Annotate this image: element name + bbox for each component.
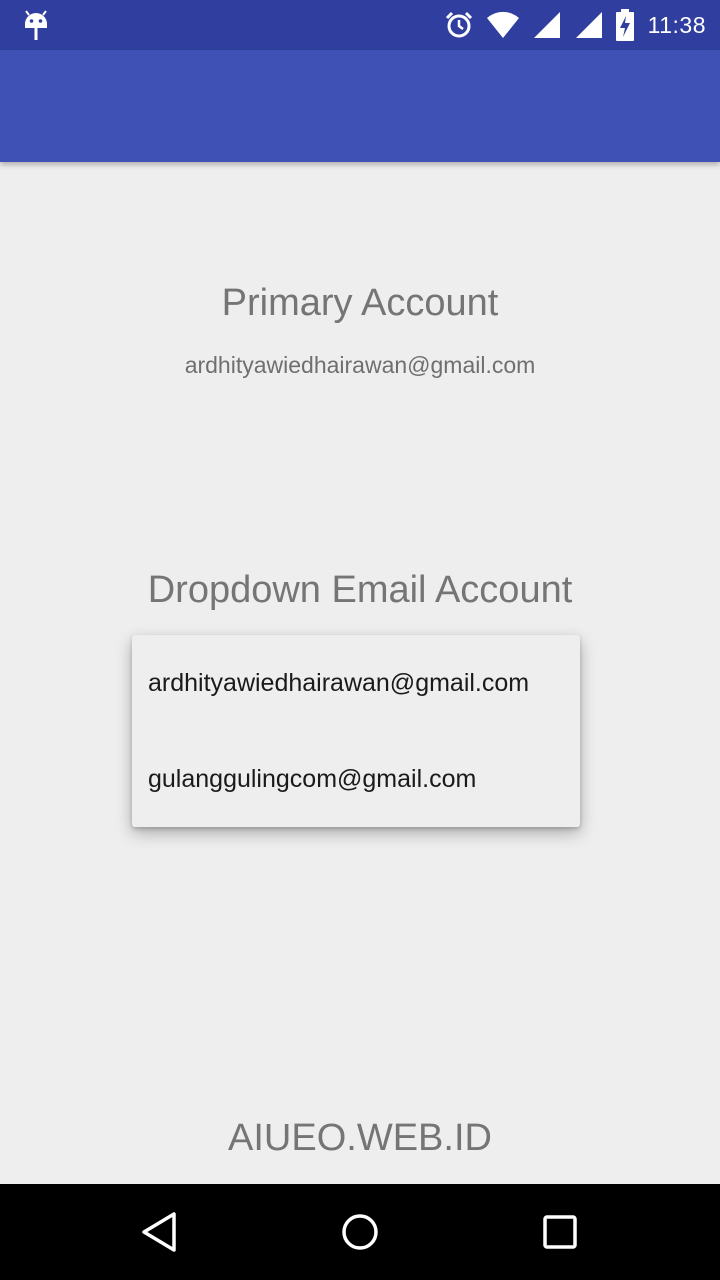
dropdown-account-title: Dropdown Email Account [147,569,573,611]
primary-account-title: Primary Account [221,282,499,324]
wifi-icon [486,11,519,38]
email-dropdown-popup: ardhityawiedhairawan@gmail.com gulanggul… [132,635,580,827]
home-icon[interactable] [338,1210,382,1254]
navigation-bar [0,1184,720,1280]
app-bar [0,50,720,162]
status-time: 11:38 [647,11,706,38]
dropdown-option[interactable]: gulanggulingcom@gmail.com [132,731,580,827]
signal-icon [575,12,602,38]
dropdown-option[interactable]: ardhityawiedhairawan@gmail.com [132,635,580,731]
alarm-icon [445,11,472,38]
signal-icon [533,12,560,38]
battery-charging-icon [615,9,634,41]
status-bar: 11:38 [0,0,720,50]
back-icon[interactable] [138,1210,182,1254]
primary-account-email: ardhityawiedhairawan@gmail.com [184,352,536,378]
footer-watermark: AIUEO.WEB.ID [228,1117,492,1159]
recents-icon[interactable] [538,1210,582,1254]
android-debug-icon [25,10,47,40]
